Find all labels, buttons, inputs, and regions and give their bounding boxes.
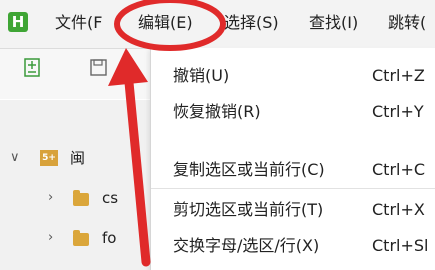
menu-item-undo[interactable]: 撤销(U) Ctrl+Z xyxy=(151,58,435,94)
menu-item-label: 复制选区或当前行(C) xyxy=(173,160,325,179)
menu-item-label: 交换字母/选区/行(X) xyxy=(173,236,320,255)
chevron-right-icon[interactable]: › xyxy=(48,186,53,210)
app-logo-icon: H xyxy=(8,12,28,32)
menu-bar: H 文件(F 编辑(E) 选择(S) 查找(I) 跳转( xyxy=(0,0,435,49)
tree-project-row[interactable]: ∨ 5+ 闽 xyxy=(0,146,150,170)
tree-folder-row[interactable]: › cs xyxy=(0,186,150,210)
menu-item-label: 剪切选区或当前行(T) xyxy=(173,200,324,219)
edit-dropdown-menu: 撤销(U) Ctrl+Z 恢复撤销(R) Ctrl+Y 复制选区或当前行(C) … xyxy=(150,48,435,270)
menu-item-copy[interactable]: 复制选区或当前行(C) Ctrl+C xyxy=(151,152,435,188)
menu-item-shortcut: Ctrl+Y xyxy=(372,102,424,121)
folder-label: fo xyxy=(102,229,117,247)
menu-item-label: 撤销(U) xyxy=(173,66,230,85)
menu-item-shortcut: Ctrl+Z xyxy=(372,66,425,85)
menu-find[interactable]: 查找(I) xyxy=(309,13,358,33)
menu-file[interactable]: 文件(F xyxy=(55,13,102,33)
menu-item-shortcut: Ctrl+X xyxy=(372,200,425,219)
folder-icon xyxy=(73,190,89,206)
project-icon: 5+ xyxy=(40,150,58,166)
menu-item-swap[interactable]: 交换字母/选区/行(X) Ctrl+Sl xyxy=(151,228,435,264)
chevron-right-icon[interactable]: › xyxy=(48,226,53,250)
project-label: 闽 xyxy=(70,149,86,167)
menu-goto[interactable]: 跳转( xyxy=(388,13,426,33)
menu-item-label: 恢复撤销(R) xyxy=(173,102,261,121)
tree-folder-row[interactable]: › fo xyxy=(0,226,150,250)
chevron-down-icon[interactable]: ∨ xyxy=(10,146,20,170)
folder-label: cs xyxy=(102,189,119,207)
toolbar xyxy=(0,49,150,99)
project-tree: ∨ 5+ 闽 › cs › fo xyxy=(0,100,150,270)
menu-item-shortcut: Ctrl+C xyxy=(372,160,426,179)
new-file-icon[interactable] xyxy=(22,57,44,79)
menu-separator xyxy=(151,188,435,189)
menu-item-redo[interactable]: 恢复撤销(R) Ctrl+Y xyxy=(151,94,435,130)
menu-select[interactable]: 选择(S) xyxy=(224,13,279,33)
menu-edit[interactable]: 编辑(E) xyxy=(138,13,193,33)
menu-item-cut[interactable]: 剪切选区或当前行(T) Ctrl+X xyxy=(151,192,435,228)
menu-item-shortcut: Ctrl+Sl xyxy=(372,236,429,255)
folder-icon xyxy=(73,230,89,246)
save-icon[interactable] xyxy=(88,57,110,79)
